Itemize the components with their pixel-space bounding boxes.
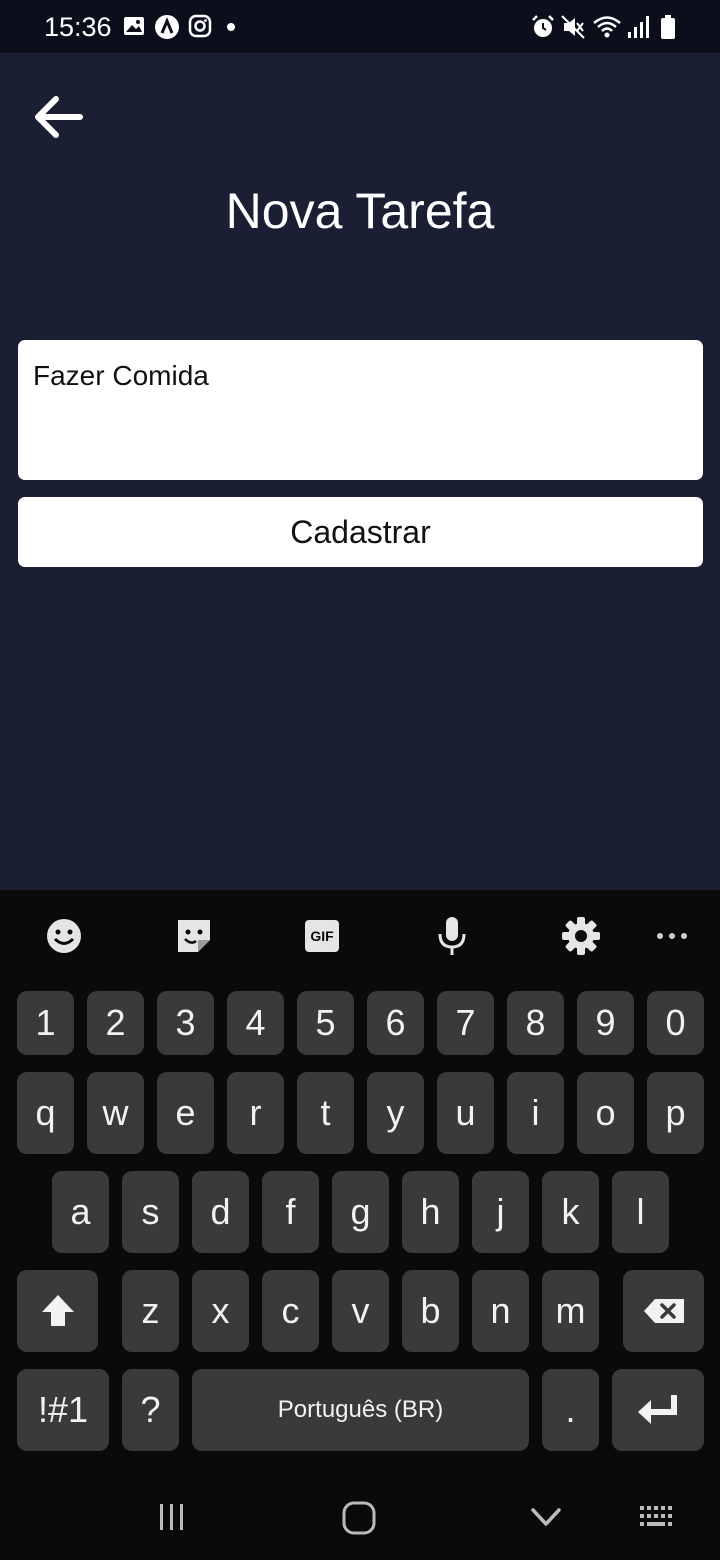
keyboard-switch-icon: [640, 1506, 672, 1526]
key-r[interactable]: r: [227, 1072, 284, 1154]
shift-key[interactable]: [17, 1270, 98, 1352]
key-0[interactable]: 0: [647, 991, 704, 1055]
space-key[interactable]: Português (BR): [192, 1369, 529, 1451]
key-x[interactable]: x: [192, 1270, 249, 1352]
keyboard-switch-button[interactable]: [638, 1500, 678, 1541]
gif-button[interactable]: GIF: [298, 912, 346, 960]
task-input[interactable]: Fazer Comida: [18, 340, 703, 480]
key-a[interactable]: a: [52, 1171, 109, 1253]
sticker-icon: [178, 920, 210, 952]
app-a-icon: [155, 15, 179, 39]
emoji-icon: [47, 919, 81, 953]
key-c[interactable]: c: [262, 1270, 319, 1352]
key-l[interactable]: l: [612, 1171, 669, 1253]
key-8[interactable]: 8: [507, 991, 564, 1055]
key-w[interactable]: w: [87, 1072, 144, 1154]
backspace-icon: [643, 1299, 684, 1323]
symbols-key[interactable]: !#1: [17, 1369, 109, 1451]
shift-icon: [41, 1295, 74, 1326]
backspace-key[interactable]: [623, 1270, 704, 1352]
key-k[interactable]: k: [542, 1171, 599, 1253]
key-m[interactable]: m: [542, 1270, 599, 1352]
image-icon: [124, 17, 144, 35]
key-d[interactable]: d: [192, 1171, 249, 1253]
signal-icon: [628, 16, 649, 38]
key-q[interactable]: q: [17, 1072, 74, 1154]
key-u[interactable]: u: [437, 1072, 494, 1154]
status-time: 15:36: [44, 12, 112, 42]
battery-icon: [661, 15, 675, 39]
key-6[interactable]: 6: [367, 991, 424, 1055]
key-z[interactable]: z: [122, 1270, 179, 1352]
voice-input-button[interactable]: [428, 912, 476, 960]
page-title: Nova Tarefa: [225, 183, 495, 239]
status-bar: 15:36: [0, 0, 720, 53]
key-4[interactable]: 4: [227, 991, 284, 1055]
mute-icon: [561, 15, 585, 39]
more-options-button[interactable]: [648, 912, 696, 960]
key-7[interactable]: 7: [437, 991, 494, 1055]
key-f[interactable]: f: [262, 1171, 319, 1253]
back-button[interactable]: [30, 90, 90, 144]
key-y[interactable]: y: [367, 1072, 424, 1154]
key-1[interactable]: 1: [17, 991, 74, 1055]
sticker-button[interactable]: [170, 912, 218, 960]
key-h[interactable]: h: [402, 1171, 459, 1253]
enter-key[interactable]: [612, 1369, 704, 1451]
key-3[interactable]: 3: [157, 991, 214, 1055]
key-b[interactable]: b: [402, 1270, 459, 1352]
key-g[interactable]: g: [332, 1171, 389, 1253]
dot-icon: [227, 23, 235, 31]
key-s[interactable]: s: [122, 1171, 179, 1253]
arrow-left-icon: [35, 96, 83, 138]
key-e[interactable]: e: [157, 1072, 214, 1154]
key-j[interactable]: j: [472, 1171, 529, 1253]
hide-keyboard-icon: [531, 1508, 561, 1526]
gif-label: GIF: [310, 928, 334, 944]
hide-keyboard-button[interactable]: [528, 1500, 564, 1541]
key-v[interactable]: v: [332, 1270, 389, 1352]
alarm-icon: [532, 15, 554, 37]
recents-icon: [160, 1504, 183, 1530]
key-5[interactable]: 5: [297, 991, 354, 1055]
key-2[interactable]: 2: [87, 991, 144, 1055]
mic-icon: [438, 917, 466, 955]
key-o[interactable]: o: [577, 1072, 634, 1154]
emoji-button[interactable]: [40, 912, 88, 960]
keyboard: GIF 1 2 3 4 5 6 7 8 9 0 q w e r t y u i …: [0, 890, 720, 1560]
recents-button[interactable]: [155, 1500, 189, 1539]
key-t[interactable]: t: [297, 1072, 354, 1154]
enter-icon: [638, 1395, 677, 1424]
submit-button[interactable]: Cadastrar: [18, 497, 703, 567]
wifi-icon: [593, 16, 621, 38]
key-i[interactable]: i: [507, 1072, 564, 1154]
question-key[interactable]: ?: [122, 1369, 179, 1451]
keyboard-settings-button[interactable]: [557, 912, 605, 960]
key-p[interactable]: p: [647, 1072, 704, 1154]
more-icon: [657, 933, 687, 939]
key-n[interactable]: n: [472, 1270, 529, 1352]
home-icon: [342, 1501, 376, 1535]
key-9[interactable]: 9: [577, 991, 634, 1055]
instagram-icon: [188, 14, 212, 38]
period-key[interactable]: .: [542, 1369, 599, 1451]
home-button[interactable]: [341, 1500, 377, 1541]
settings-icon: [562, 917, 600, 955]
